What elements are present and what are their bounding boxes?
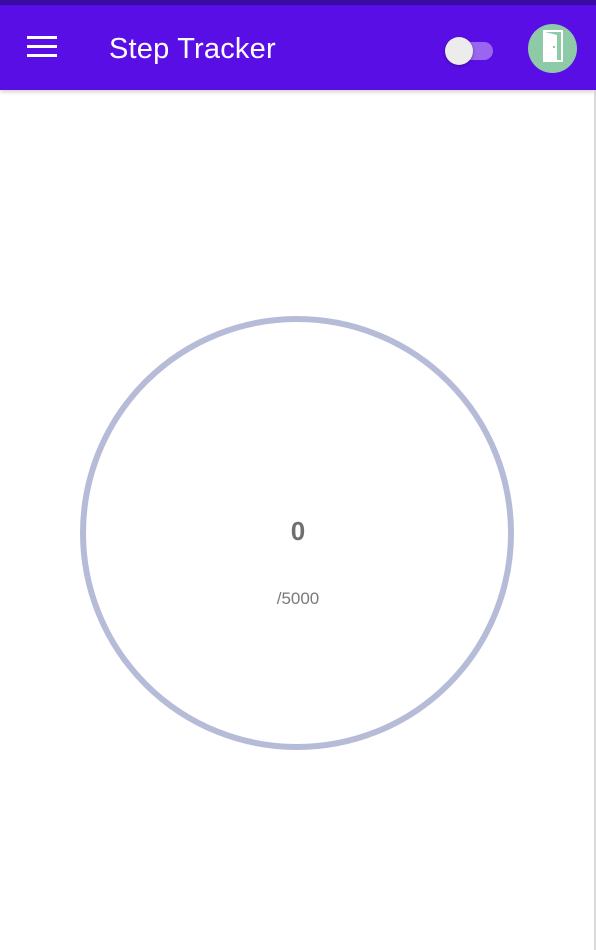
menu-button[interactable] [18, 27, 66, 67]
app-bar: Step Tracker [0, 5, 596, 90]
logout-button[interactable] [528, 24, 577, 73]
step-count: 0 [290, 516, 306, 546]
toggle-thumb [445, 37, 473, 65]
theme-toggle[interactable] [443, 34, 495, 65]
step-goal: /5000 [276, 589, 320, 608]
hamburger-menu-icon [27, 36, 57, 58]
app-title: Step Tracker [109, 33, 276, 65]
door-exit-icon [539, 28, 567, 69]
